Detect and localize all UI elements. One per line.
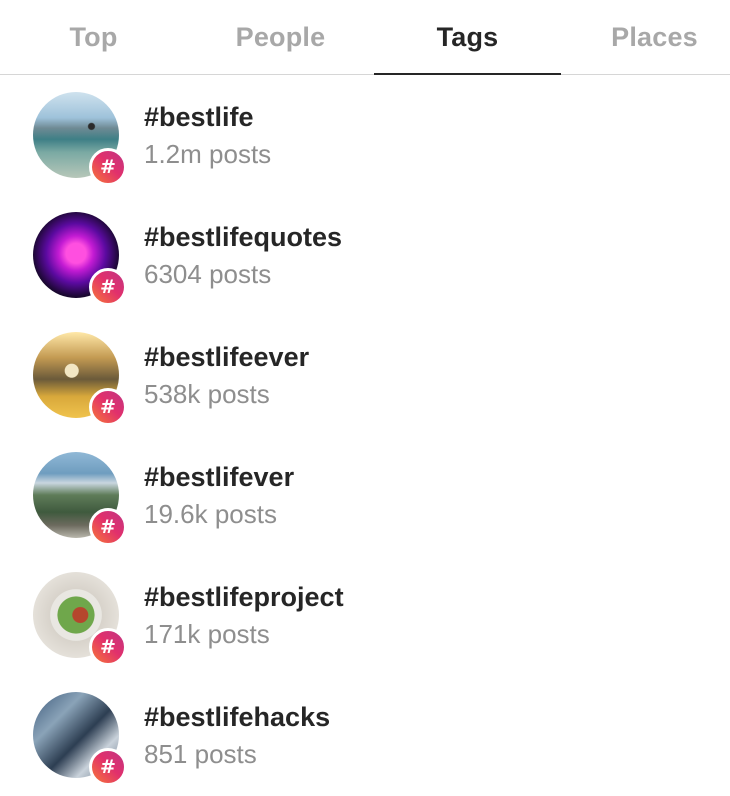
tab-places[interactable]: Places [561,0,730,75]
tag-name: #bestlifever [144,462,295,492]
post-count: 851 posts [144,739,257,769]
list-item[interactable]: # #bestlife 1.2m posts [0,76,730,196]
post-count: 19.6k posts [144,499,277,529]
tag-name: #bestlifeever [144,342,310,372]
tag-name: #bestlifeproject [144,582,344,612]
tag-name: #bestlife [144,102,254,132]
search-tabs: Top People Tags Places [0,0,730,75]
active-tab-indicator [374,73,561,75]
list-item[interactable]: # #bestlifever 19.6k posts [0,436,730,556]
list-item[interactable]: # #bestlifeever 538k posts [0,316,730,436]
list-item[interactable]: # #bestlifehacks 851 posts [0,676,730,796]
hashtag-icon: # [89,388,127,426]
hashtag-icon: # [89,748,127,786]
list-item[interactable]: # #bestlifequotes 6304 posts [0,196,730,316]
post-count: 171k posts [144,619,270,649]
post-count: 6304 posts [144,259,272,289]
hashtag-icon: # [89,508,127,546]
tag-name: #bestlifehacks [144,702,331,732]
tag-name: #bestlifequotes [144,222,343,252]
post-count: 1.2m posts [144,139,272,169]
hashtag-icon: # [89,628,127,666]
tab-tags[interactable]: Tags [374,0,561,75]
post-count: 538k posts [144,379,270,409]
hashtag-icon: # [89,148,127,186]
hashtag-icon: # [89,268,127,306]
list-item[interactable]: # #bestlifeproject 171k posts [0,556,730,676]
tab-people[interactable]: People [187,0,374,75]
tab-top[interactable]: Top [0,0,187,75]
